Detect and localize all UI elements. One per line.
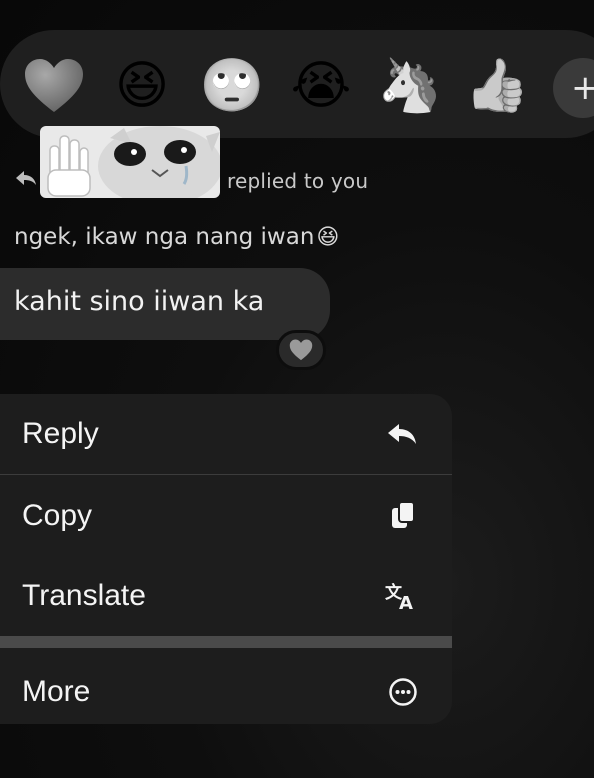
translate-icon: 文 A xyxy=(384,581,418,611)
menu-item-label: Translate xyxy=(22,579,146,612)
reply-icon xyxy=(386,423,418,445)
laughing-reaction-icon[interactable]: 😆 xyxy=(110,54,174,118)
svg-text:A: A xyxy=(399,593,413,611)
menu-item-label: Copy xyxy=(22,499,93,532)
thumbs-up-reaction-icon[interactable]: 👍 xyxy=(465,54,530,118)
heart-icon xyxy=(289,339,313,361)
menu-section-separator xyxy=(0,636,452,648)
sender-avatar xyxy=(40,126,220,198)
menu-item-copy[interactable]: Copy xyxy=(0,476,452,556)
unicorn-reaction-icon[interactable]: 🦄 xyxy=(378,54,443,118)
quoted-message-text: ngek, ikaw nga nang iwan xyxy=(14,224,315,250)
copy-icon xyxy=(390,501,418,531)
crying-reaction-icon[interactable]: 😭 xyxy=(289,54,353,118)
replied-to-you-label: replied to you xyxy=(227,169,369,193)
menu-item-label: Reply xyxy=(22,417,99,450)
reply-arrow-icon xyxy=(14,170,38,190)
menu-divider xyxy=(0,474,452,475)
context-menu: Reply Copy Translate 文 A More xyxy=(0,394,452,724)
menu-item-more[interactable]: More xyxy=(0,652,452,724)
message-text: kahit sino iiwan ka xyxy=(14,286,265,317)
menu-item-label: More xyxy=(22,675,91,708)
menu-item-translate[interactable]: Translate 文 A xyxy=(0,556,452,636)
quoted-message[interactable]: ngek, ikaw nga nang iwan 😆 xyxy=(14,224,339,250)
heart-reaction-icon[interactable] xyxy=(22,54,86,118)
menu-item-reply[interactable]: Reply xyxy=(0,394,452,474)
laughing-emoji-icon: 😆 xyxy=(316,224,340,250)
more-icon xyxy=(388,677,418,707)
eye-roll-reaction-icon[interactable]: 🙄 xyxy=(200,54,265,118)
heart-reaction-badge[interactable] xyxy=(276,330,326,370)
message-context-screen: 😆 🙄 😭 🦄 👍 + replied to you ngek, ikaw ng… xyxy=(0,0,594,778)
